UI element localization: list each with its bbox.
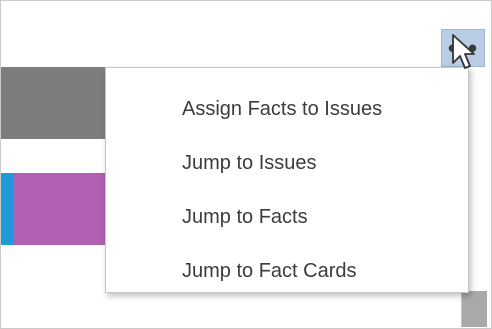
menu-item-label: Jump to Fact Cards [182, 259, 357, 282]
selection-accent-bar [1, 173, 13, 245]
menu-item-jump-to-issues[interactable]: Jump to Issues [106, 136, 468, 190]
menu-item-jump-to-fact-cards[interactable]: Jump to Fact Cards [106, 244, 468, 298]
menu-item-jump-to-facts[interactable]: Jump to Facts [106, 190, 468, 244]
context-menu: Assign Facts to Issues Jump to Issues Ju… [105, 67, 469, 293]
app-window: ••• Assign Facts to Issues Jump to Issue… [0, 0, 492, 329]
mouse-pointer-icon [452, 34, 475, 69]
menu-item-assign-facts-to-issues[interactable]: Assign Facts to Issues [106, 82, 468, 136]
menu-item-label: Jump to Issues [182, 151, 317, 174]
menu-item-label: Jump to Facts [182, 205, 308, 228]
menu-item-label: Assign Facts to Issues [182, 97, 383, 120]
